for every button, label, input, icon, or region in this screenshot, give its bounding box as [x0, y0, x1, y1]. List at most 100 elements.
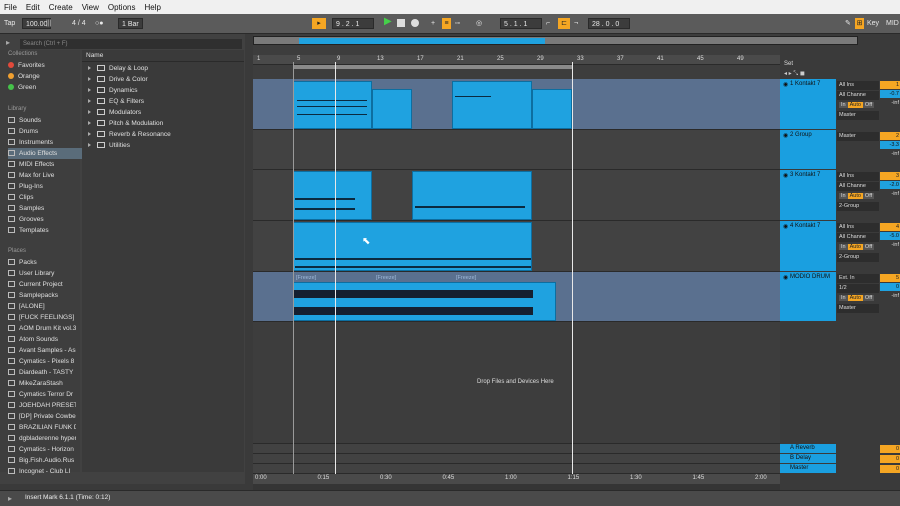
library-item-drums[interactable]: Drums	[8, 126, 76, 137]
places-item[interactable]: AOM Drum Kit vol.3	[8, 323, 76, 334]
folder-item[interactable]: Pitch & Modulation	[88, 118, 163, 129]
return-volume[interactable]: 0	[880, 465, 900, 473]
library-item-audio-effects[interactable]: Audio Effects	[8, 148, 82, 159]
expand-arrow-icon[interactable]	[88, 88, 91, 93]
menu-edit[interactable]: Edit	[22, 0, 45, 12]
output-select[interactable]: 2-Group	[837, 253, 879, 262]
monitor-auto[interactable]: Auto	[847, 102, 863, 108]
places-item[interactable]: [ALONE]	[8, 301, 76, 312]
menu-help[interactable]: Help	[140, 0, 165, 12]
scroll-icons[interactable]: ◂ ▸ ⤡ ◼	[784, 70, 805, 78]
key-map-button[interactable]: Key	[867, 18, 879, 29]
time-signature[interactable]: 4 / 4	[72, 18, 86, 29]
folder-item[interactable]: Modulators	[88, 107, 141, 118]
draw-mode-icon[interactable]: ✎	[845, 18, 851, 29]
loop-start[interactable]: 5 . 1 . 1	[500, 18, 542, 29]
monitor-off[interactable]: Off	[862, 102, 875, 108]
fold-icon[interactable]: ◉	[783, 172, 788, 179]
places-item[interactable]: Cymatics Terror Dr	[8, 389, 76, 400]
places-item[interactable]: MikeZaraStash	[8, 378, 76, 389]
library-item-instruments[interactable]: Instruments	[8, 137, 76, 148]
menu-create[interactable]: Create	[45, 0, 78, 12]
volume-field[interactable]: 0	[880, 283, 900, 291]
folder-item[interactable]: Utilities	[88, 140, 130, 151]
folder-item[interactable]: EQ & Filters	[88, 96, 144, 107]
places-item[interactable]: Atom Sounds	[8, 334, 76, 345]
return-header[interactable]: B Delay	[780, 454, 836, 463]
overdub-icon[interactable]: +	[431, 18, 435, 29]
monitor-in[interactable]: In	[839, 193, 848, 199]
places-item[interactable]: Big.Fish.Audio.Rus	[8, 455, 76, 466]
return-header[interactable]: Master	[780, 464, 836, 473]
output-select[interactable]: Master	[837, 132, 879, 141]
places-item[interactable]: BRAZILIAN FUNK D	[8, 422, 76, 433]
track-header[interactable]: ◉ 1 Kontakt 7	[780, 79, 836, 129]
expand-arrow-icon[interactable]	[88, 132, 91, 137]
places-item[interactable]: Cymatics - Pixels 8	[8, 356, 76, 367]
library-item-sounds[interactable]: Sounds	[8, 115, 76, 126]
track-header[interactable]: ◉ 3 Kontakt 7	[780, 170, 836, 220]
places-item[interactable]: Packs	[8, 257, 76, 268]
input-channel-select[interactable]: All Channe	[837, 91, 879, 100]
record-icon[interactable]	[411, 19, 419, 27]
status-toggle-icon[interactable]: ▸	[8, 494, 12, 503]
menu-view[interactable]: View	[78, 0, 104, 12]
places-item[interactable]: Samplepacks	[8, 290, 76, 301]
collection-green[interactable]: Green	[8, 82, 76, 93]
places-item[interactable]: Cymatics - Horizon	[8, 444, 76, 455]
library-item-max-for-live[interactable]: Max for Live	[8, 170, 76, 181]
punch-in-icon[interactable]: ⌐	[546, 18, 550, 29]
track-number[interactable]: 4	[880, 223, 900, 231]
return-lane-a[interactable]	[253, 444, 780, 454]
key-map-icon[interactable]: ⊞	[855, 18, 864, 29]
track-header[interactable]: ◉ 2 Group	[780, 130, 836, 169]
input-channel-select[interactable]: All Channe	[837, 233, 879, 242]
automation-arm-icon[interactable]: ≡	[442, 18, 451, 29]
punch-out-icon[interactable]: ¬	[574, 18, 578, 29]
monitor-off[interactable]: Off	[862, 295, 875, 301]
expand-arrow-icon[interactable]	[88, 110, 91, 115]
input-type-select[interactable]: All Ins	[837, 172, 879, 181]
play-icon[interactable]: ▶	[384, 16, 392, 27]
places-item[interactable]: User Library	[8, 268, 76, 279]
input-channel-select[interactable]: All Channe	[837, 182, 879, 191]
metronome-dots-icon[interactable]: ○●	[95, 18, 103, 29]
track-number[interactable]: 5	[880, 274, 900, 282]
overview-bar[interactable]	[253, 36, 858, 45]
volume-field[interactable]: -5.0	[880, 232, 900, 240]
reenable-icon[interactable]: ▫▫	[455, 18, 460, 29]
search-input[interactable]: Search (Ctrl + F)	[20, 39, 242, 49]
output-select[interactable]: Master	[837, 304, 879, 313]
collection-favorites[interactable]: Favorites	[8, 60, 76, 71]
folder-item[interactable]: Reverb & Resonance	[88, 129, 171, 140]
track-number[interactable]: 2	[880, 132, 900, 140]
places-item[interactable]: Incognet - Club LI	[8, 466, 76, 477]
places-item[interactable]: Current Project	[8, 279, 76, 290]
monitor-auto[interactable]: Auto	[847, 295, 863, 301]
playhead[interactable]	[335, 62, 336, 474]
monitor-switch[interactable]: In Auto Off	[837, 101, 879, 110]
output-select[interactable]: Master	[837, 111, 879, 120]
fold-icon[interactable]: ◉	[783, 274, 788, 281]
expand-arrow-icon[interactable]	[88, 121, 91, 126]
library-item-clips[interactable]: Clips	[8, 192, 76, 203]
expand-arrow-icon[interactable]	[88, 143, 91, 148]
loop-length[interactable]: 28 . 0 . 0	[588, 18, 630, 29]
library-item-samples[interactable]: Samples	[8, 203, 76, 214]
input-type-select[interactable]: Ext. In	[837, 274, 879, 283]
monitor-switch[interactable]: In Auto Off	[837, 243, 879, 252]
menu-file[interactable]: File	[0, 0, 22, 12]
return-volume[interactable]: 0	[880, 445, 900, 453]
metronome-icon[interactable]: |||	[46, 18, 51, 29]
quantize-select[interactable]: 1 Bar	[118, 18, 143, 29]
fold-icon[interactable]: ◉	[783, 132, 788, 139]
places-item[interactable]: [FUCK FEELINGS] D	[8, 312, 76, 323]
fold-icon[interactable]: ◉	[783, 81, 788, 88]
expand-arrow-icon[interactable]	[88, 99, 91, 104]
follow-icon[interactable]: ▸	[312, 18, 326, 29]
fold-icon[interactable]: ◉	[783, 223, 788, 230]
monitor-switch[interactable]: In Auto Off	[837, 294, 879, 303]
track-number[interactable]: 3	[880, 172, 900, 180]
monitor-auto[interactable]: Auto	[847, 244, 863, 250]
output-select[interactable]: 2-Group	[837, 202, 879, 211]
